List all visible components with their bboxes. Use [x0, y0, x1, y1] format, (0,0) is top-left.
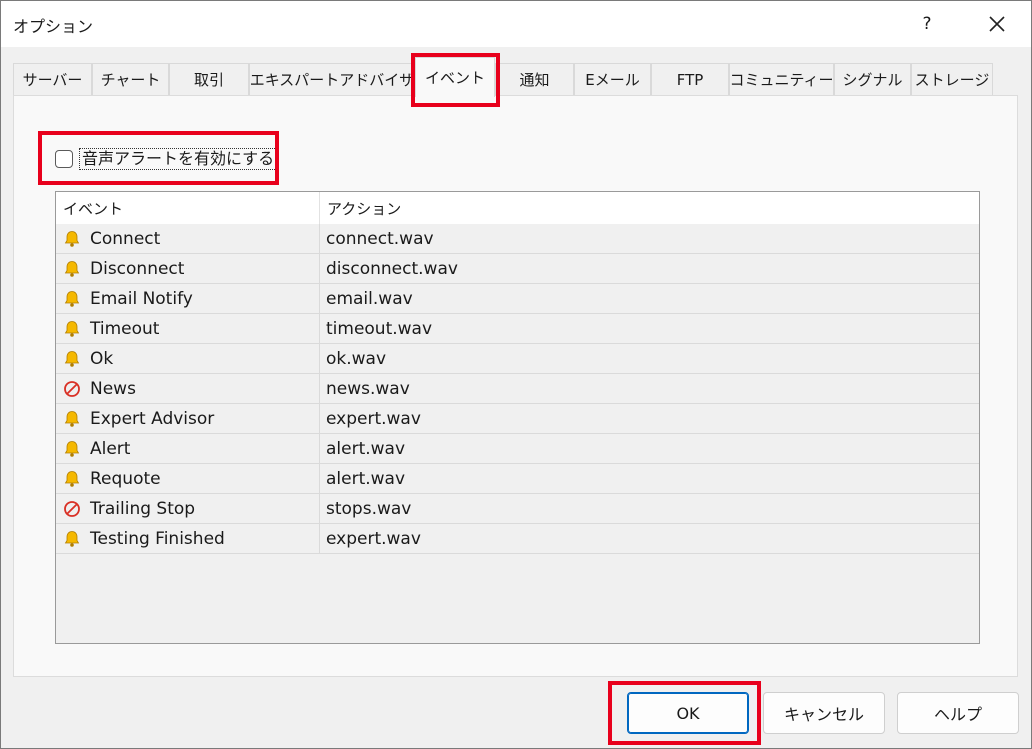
bell-icon	[62, 319, 82, 339]
action-file: connect.wav	[326, 228, 434, 249]
action-cell: ok.wav	[319, 344, 386, 373]
action-file: email.wav	[326, 288, 413, 309]
event-row[interactable]: Expert Advisor expert.wav	[56, 404, 979, 434]
bell-icon	[62, 529, 82, 549]
action-cell: connect.wav	[319, 224, 434, 253]
action-file: news.wav	[326, 378, 410, 399]
event-cell: Connect	[56, 224, 319, 253]
event-row[interactable]: Disconnect disconnect.wav	[56, 254, 979, 284]
tab-expert-advisors[interactable]: エキスパートアドバイザ	[249, 63, 415, 95]
bell-icon	[62, 289, 82, 309]
tab-trade[interactable]: 取引	[169, 63, 249, 95]
event-name: Timeout	[90, 318, 160, 339]
event-row[interactable]: Ok ok.wav	[56, 344, 979, 374]
help-button[interactable]: ?	[907, 1, 947, 47]
bell-icon	[62, 229, 82, 249]
tab-storage[interactable]: ストレージ	[911, 63, 993, 95]
action-cell: disconnect.wav	[319, 254, 458, 283]
event-name: Email Notify	[90, 288, 193, 309]
event-cell: Testing Finished	[56, 524, 319, 553]
event-name: Testing Finished	[90, 528, 225, 549]
action-file: stops.wav	[326, 498, 412, 519]
question-mark-icon: ?	[922, 14, 932, 34]
event-cell: Email Notify	[56, 284, 319, 313]
action-cell: email.wav	[319, 284, 413, 313]
action-file: timeout.wav	[326, 318, 433, 339]
event-row[interactable]: News news.wav	[56, 374, 979, 404]
event-cell: Alert	[56, 434, 319, 463]
events-list[interactable]: イベント アクション Connect connect.wav Disconnect d…	[55, 191, 980, 644]
action-file: alert.wav	[326, 468, 406, 489]
event-cell: Trailing Stop	[56, 494, 319, 523]
event-cell: News	[56, 374, 319, 403]
event-name: Connect	[90, 228, 161, 249]
event-name: Trailing Stop	[90, 498, 196, 519]
event-cell: Timeout	[56, 314, 319, 343]
event-name: Requote	[90, 468, 161, 489]
options-dialog: オプション ? サーバー チャート 取引 エキスパートアドバイザ イベント 通知…	[0, 0, 1032, 749]
ok-button[interactable]: OK	[627, 692, 749, 734]
event-row[interactable]: Timeout timeout.wav	[56, 314, 979, 344]
bell-icon	[62, 409, 82, 429]
event-cell: Ok	[56, 344, 319, 373]
action-file: expert.wav	[326, 528, 421, 549]
event-name: Expert Advisor	[90, 408, 215, 429]
bell-icon	[62, 349, 82, 369]
enable-sound-alerts-checkbox[interactable]	[55, 150, 73, 168]
event-name: News	[90, 378, 136, 399]
bell-icon	[62, 469, 82, 489]
close-icon	[989, 16, 1005, 32]
action-cell: news.wav	[319, 374, 410, 403]
tab-email[interactable]: Eメール	[574, 63, 651, 95]
events-list-header: イベント アクション	[56, 192, 979, 224]
event-cell: Expert Advisor	[56, 404, 319, 433]
event-row[interactable]: Connect connect.wav	[56, 224, 979, 254]
help-dialog-button[interactable]: ヘルプ	[897, 692, 1019, 734]
action-cell: stops.wav	[319, 494, 411, 523]
action-cell: timeout.wav	[319, 314, 432, 343]
tab-chart[interactable]: チャート	[92, 63, 169, 95]
enable-sound-alerts-label[interactable]: 音声アラートを有効にする	[79, 148, 278, 170]
action-cell: alert.wav	[319, 464, 405, 493]
disabled-icon	[62, 379, 82, 399]
tab-events[interactable]: イベント	[415, 57, 495, 97]
bell-icon	[62, 259, 82, 279]
close-button[interactable]	[971, 1, 1023, 47]
tab-server[interactable]: サーバー	[13, 63, 92, 95]
action-cell: alert.wav	[319, 434, 405, 463]
tab-notifications[interactable]: 通知	[495, 63, 574, 95]
bell-icon	[62, 439, 82, 459]
action-file: alert.wav	[326, 438, 406, 459]
tab-signals[interactable]: シグナル	[834, 63, 911, 95]
cancel-button[interactable]: キャンセル	[763, 692, 885, 734]
action-file: expert.wav	[326, 408, 421, 429]
window-title: オプション	[13, 17, 94, 36]
title-bar: オプション ?	[1, 1, 1031, 47]
event-cell: Disconnect	[56, 254, 319, 283]
event-name: Disconnect	[90, 258, 185, 279]
action-file: ok.wav	[326, 348, 387, 369]
tab-strip: サーバー チャート 取引 エキスパートアドバイザ イベント 通知 Eメール FT…	[1, 47, 1031, 97]
disabled-icon	[62, 499, 82, 519]
event-row[interactable]: Trailing Stop stops.wav	[56, 494, 979, 524]
tab-ftp[interactable]: FTP	[651, 63, 729, 95]
event-cell: Requote	[56, 464, 319, 493]
event-name: Ok	[90, 348, 114, 369]
column-header-event[interactable]: イベント	[56, 192, 319, 224]
column-header-action[interactable]: アクション	[320, 192, 720, 224]
tab-community[interactable]: コミュニティー	[729, 63, 834, 95]
enable-sound-alerts[interactable]: 音声アラートを有効にする	[55, 147, 278, 171]
event-row[interactable]: Email Notify email.wav	[56, 284, 979, 314]
event-row[interactable]: Requote alert.wav	[56, 464, 979, 494]
action-cell: expert.wav	[319, 404, 421, 433]
event-row[interactable]: Alert alert.wav	[56, 434, 979, 464]
event-row[interactable]: Testing Finished expert.wav	[56, 524, 979, 554]
action-cell: expert.wav	[319, 524, 421, 553]
event-name: Alert	[90, 438, 131, 459]
action-file: disconnect.wav	[326, 258, 458, 279]
